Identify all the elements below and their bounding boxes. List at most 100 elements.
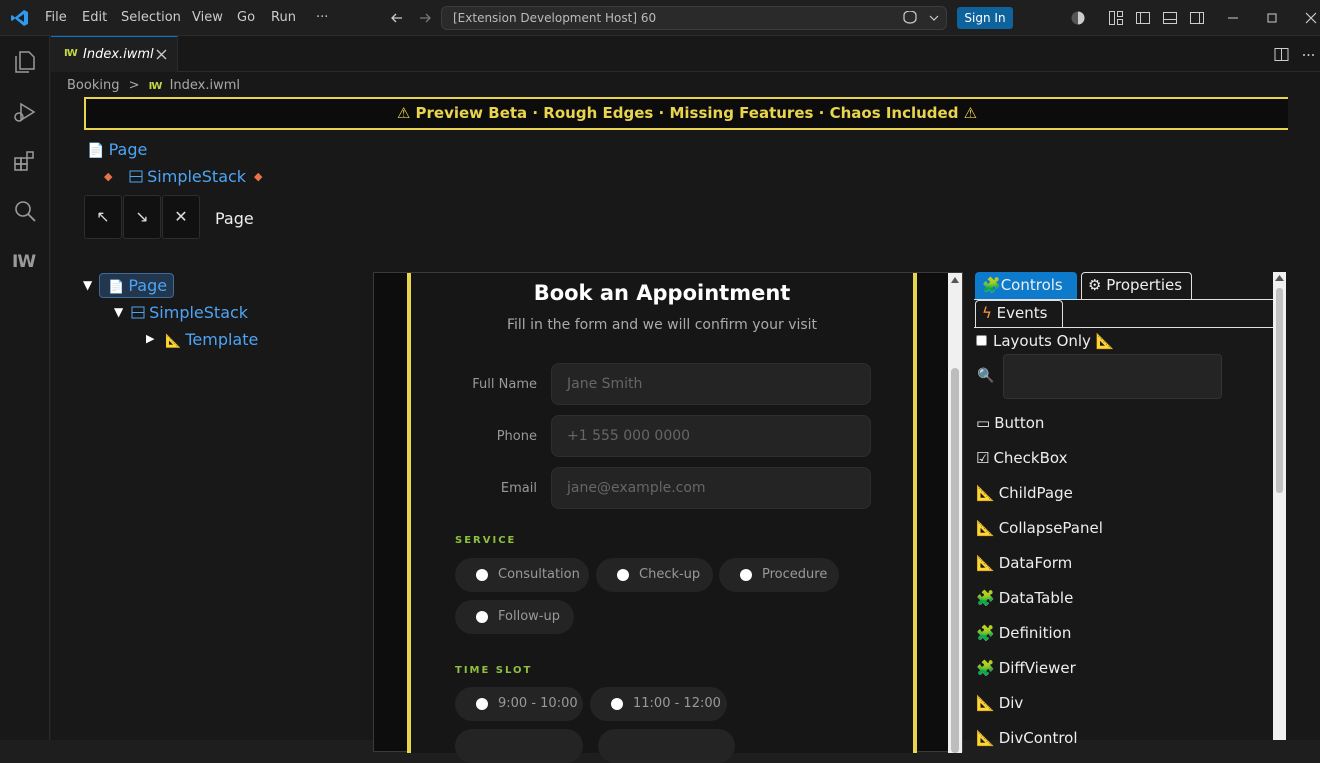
selection-simplestack[interactable]: SimpleStack — [129, 167, 246, 186]
service-label: Follow-up — [498, 609, 560, 624]
tab-properties[interactable]: ⚙ Properties — [1081, 272, 1192, 299]
tab-events[interactable]: ϟ Events — [975, 300, 1063, 327]
service-option-followup[interactable]: Follow-up — [455, 600, 574, 634]
breadcrumb-root[interactable]: Booking — [67, 78, 119, 93]
run-debug-icon[interactable] — [12, 99, 38, 125]
control-item-dataform[interactable]: 📐 DataForm — [976, 554, 1072, 572]
menu-edit[interactable]: Edit — [82, 0, 107, 36]
control-label: CollapsePanel — [998, 519, 1103, 537]
service-option-consultation[interactable]: Consultation — [455, 558, 589, 592]
time-slot-option[interactable] — [598, 729, 735, 763]
command-center[interactable]: [Extension Development Host] 60 — [441, 6, 947, 30]
scrollbar-thumb[interactable] — [951, 368, 959, 753]
close-window-icon[interactable] — [1303, 10, 1319, 26]
selection-stack-label: SimpleStack — [147, 167, 247, 186]
close-tab-icon[interactable] — [155, 48, 168, 61]
vscode-logo-icon — [11, 10, 28, 26]
menu-view[interactable]: View — [192, 0, 223, 36]
control-item-collapsepanel[interactable]: 📐 CollapsePanel — [976, 519, 1103, 537]
time-slot-section-label: TIME SLOT — [455, 665, 533, 676]
back-arrow-icon[interactable] — [389, 10, 405, 26]
control-item-divcontrol[interactable]: 📐 DivControl — [976, 729, 1078, 747]
toggle-primary-sidebar-icon[interactable] — [1135, 10, 1151, 26]
time-slot-option[interactable] — [455, 729, 583, 763]
clear-selection-button[interactable]: ✕ — [162, 195, 200, 239]
selection-page[interactable]: 📄 Page — [87, 140, 147, 159]
menu-selection[interactable]: Selection — [121, 0, 181, 36]
forward-arrow-icon[interactable] — [417, 10, 433, 26]
phone-field[interactable]: +1 555 000 0000 — [551, 415, 871, 457]
controls-search-input[interactable] — [1003, 354, 1222, 399]
control-item-childpage[interactable]: 📐 ChildPage — [976, 484, 1073, 502]
service-option-checkup[interactable]: Check-up — [596, 558, 713, 592]
explorer-icon[interactable] — [12, 49, 38, 75]
service-option-procedure[interactable]: Procedure — [719, 558, 839, 592]
toggle-panel-icon[interactable] — [1162, 10, 1178, 26]
tree-toggle-open-icon[interactable]: ▼ — [83, 278, 92, 292]
menu-run[interactable]: Run — [271, 0, 296, 36]
radio-icon — [740, 569, 752, 581]
more-actions-icon[interactable] — [1301, 47, 1316, 62]
tab-divider — [974, 327, 1274, 328]
copilot-icon[interactable] — [902, 11, 918, 25]
menu-go[interactable]: Go — [237, 0, 255, 36]
maximize-icon[interactable] — [1264, 10, 1280, 26]
select-parent-button[interactable]: ↖ — [84, 195, 122, 239]
tree-toggle-open-icon[interactable]: ▼ — [114, 305, 123, 319]
form-subtitle: Fill in the form and we will confirm you… — [506, 317, 818, 333]
toggle-secondary-sidebar-icon[interactable] — [1189, 10, 1205, 26]
tab-index-iwml[interactable]: IW Index.iwml — [51, 36, 178, 72]
scroll-up-icon[interactable] — [951, 277, 959, 283]
sign-in-button[interactable]: Sign In — [957, 7, 1013, 29]
tree-item-template[interactable]: 📐 Template — [165, 330, 258, 349]
control-item-checkbox[interactable]: ☑ CheckBox — [976, 449, 1067, 467]
control-item-diffviewer[interactable]: 🧩 DiffViewer — [976, 659, 1076, 677]
control-label: Button — [994, 414, 1045, 432]
radio-icon — [476, 611, 488, 623]
tree-item-simplestack[interactable]: SimpleStack — [131, 303, 248, 322]
editor-tabs: IW Index.iwml — [51, 36, 1320, 72]
minimize-icon[interactable] — [1225, 10, 1241, 26]
search-icon: 🔍 — [977, 368, 995, 384]
breadcrumb: Booking > IW Index.iwml — [67, 78, 240, 93]
tree-stack-label: SimpleStack — [149, 303, 249, 322]
select-child-button[interactable]: ↘ — [123, 195, 161, 239]
form-frame: Book an Appointment Fill in the form and… — [407, 273, 917, 763]
time-slot-option[interactable]: 9:00 - 10:00 — [455, 687, 583, 721]
customize-layout-icon[interactable] — [1108, 10, 1124, 26]
scroll-up-icon[interactable] — [1275, 275, 1284, 281]
iw-extension-icon[interactable]: IW — [12, 252, 36, 272]
control-item-datatable[interactable]: 🧩 DataTable — [976, 589, 1073, 607]
time-slot-option[interactable]: 11:00 - 12:00 — [590, 687, 727, 721]
panel-scrollbar[interactable] — [1273, 272, 1286, 740]
chevron-down-icon[interactable] — [929, 13, 939, 23]
design-canvas: Book an Appointment Fill in the form and… — [373, 272, 963, 763]
control-item-definition[interactable]: 🧩 Definition — [976, 624, 1071, 642]
form-title: Book an Appointment — [533, 281, 791, 305]
control-item-div[interactable]: 📐 Div — [976, 694, 1023, 712]
email-field[interactable]: jane@example.com — [551, 467, 871, 509]
control-item-button[interactable]: ▭ Button — [976, 414, 1044, 432]
tree-toggle-closed-icon[interactable]: ▶ — [146, 332, 154, 345]
full-name-field[interactable]: Jane Smith — [551, 363, 871, 405]
tree-template-label: Template — [185, 330, 259, 349]
canvas-scrollbar[interactable] — [948, 273, 962, 753]
tree-item-page[interactable]: 📄 Page — [99, 273, 175, 298]
control-label: DivControl — [998, 729, 1078, 747]
control-label: ChildPage — [998, 484, 1073, 502]
tab-controls[interactable]: 🧩Controls — [975, 272, 1077, 299]
control-icon: 📐 — [976, 694, 995, 712]
scrollbar-thumb[interactable] — [1276, 288, 1283, 493]
extensions-icon[interactable] — [12, 148, 38, 174]
search-icon[interactable] — [12, 198, 38, 224]
iw-file-icon: IW — [64, 48, 78, 59]
layouts-only-label: Layouts Only 📐 — [993, 332, 1114, 350]
selection-page-label: Page — [108, 140, 148, 159]
breadcrumb-file[interactable]: Index.iwml — [170, 78, 240, 93]
stack-icon — [129, 170, 143, 183]
layouts-only-checkbox[interactable] — [976, 335, 987, 346]
menu-file[interactable]: File — [45, 0, 67, 36]
menu-more[interactable]: ··· — [316, 0, 328, 36]
split-editor-icon[interactable] — [1274, 47, 1289, 62]
accounts-icon[interactable] — [1070, 10, 1086, 26]
